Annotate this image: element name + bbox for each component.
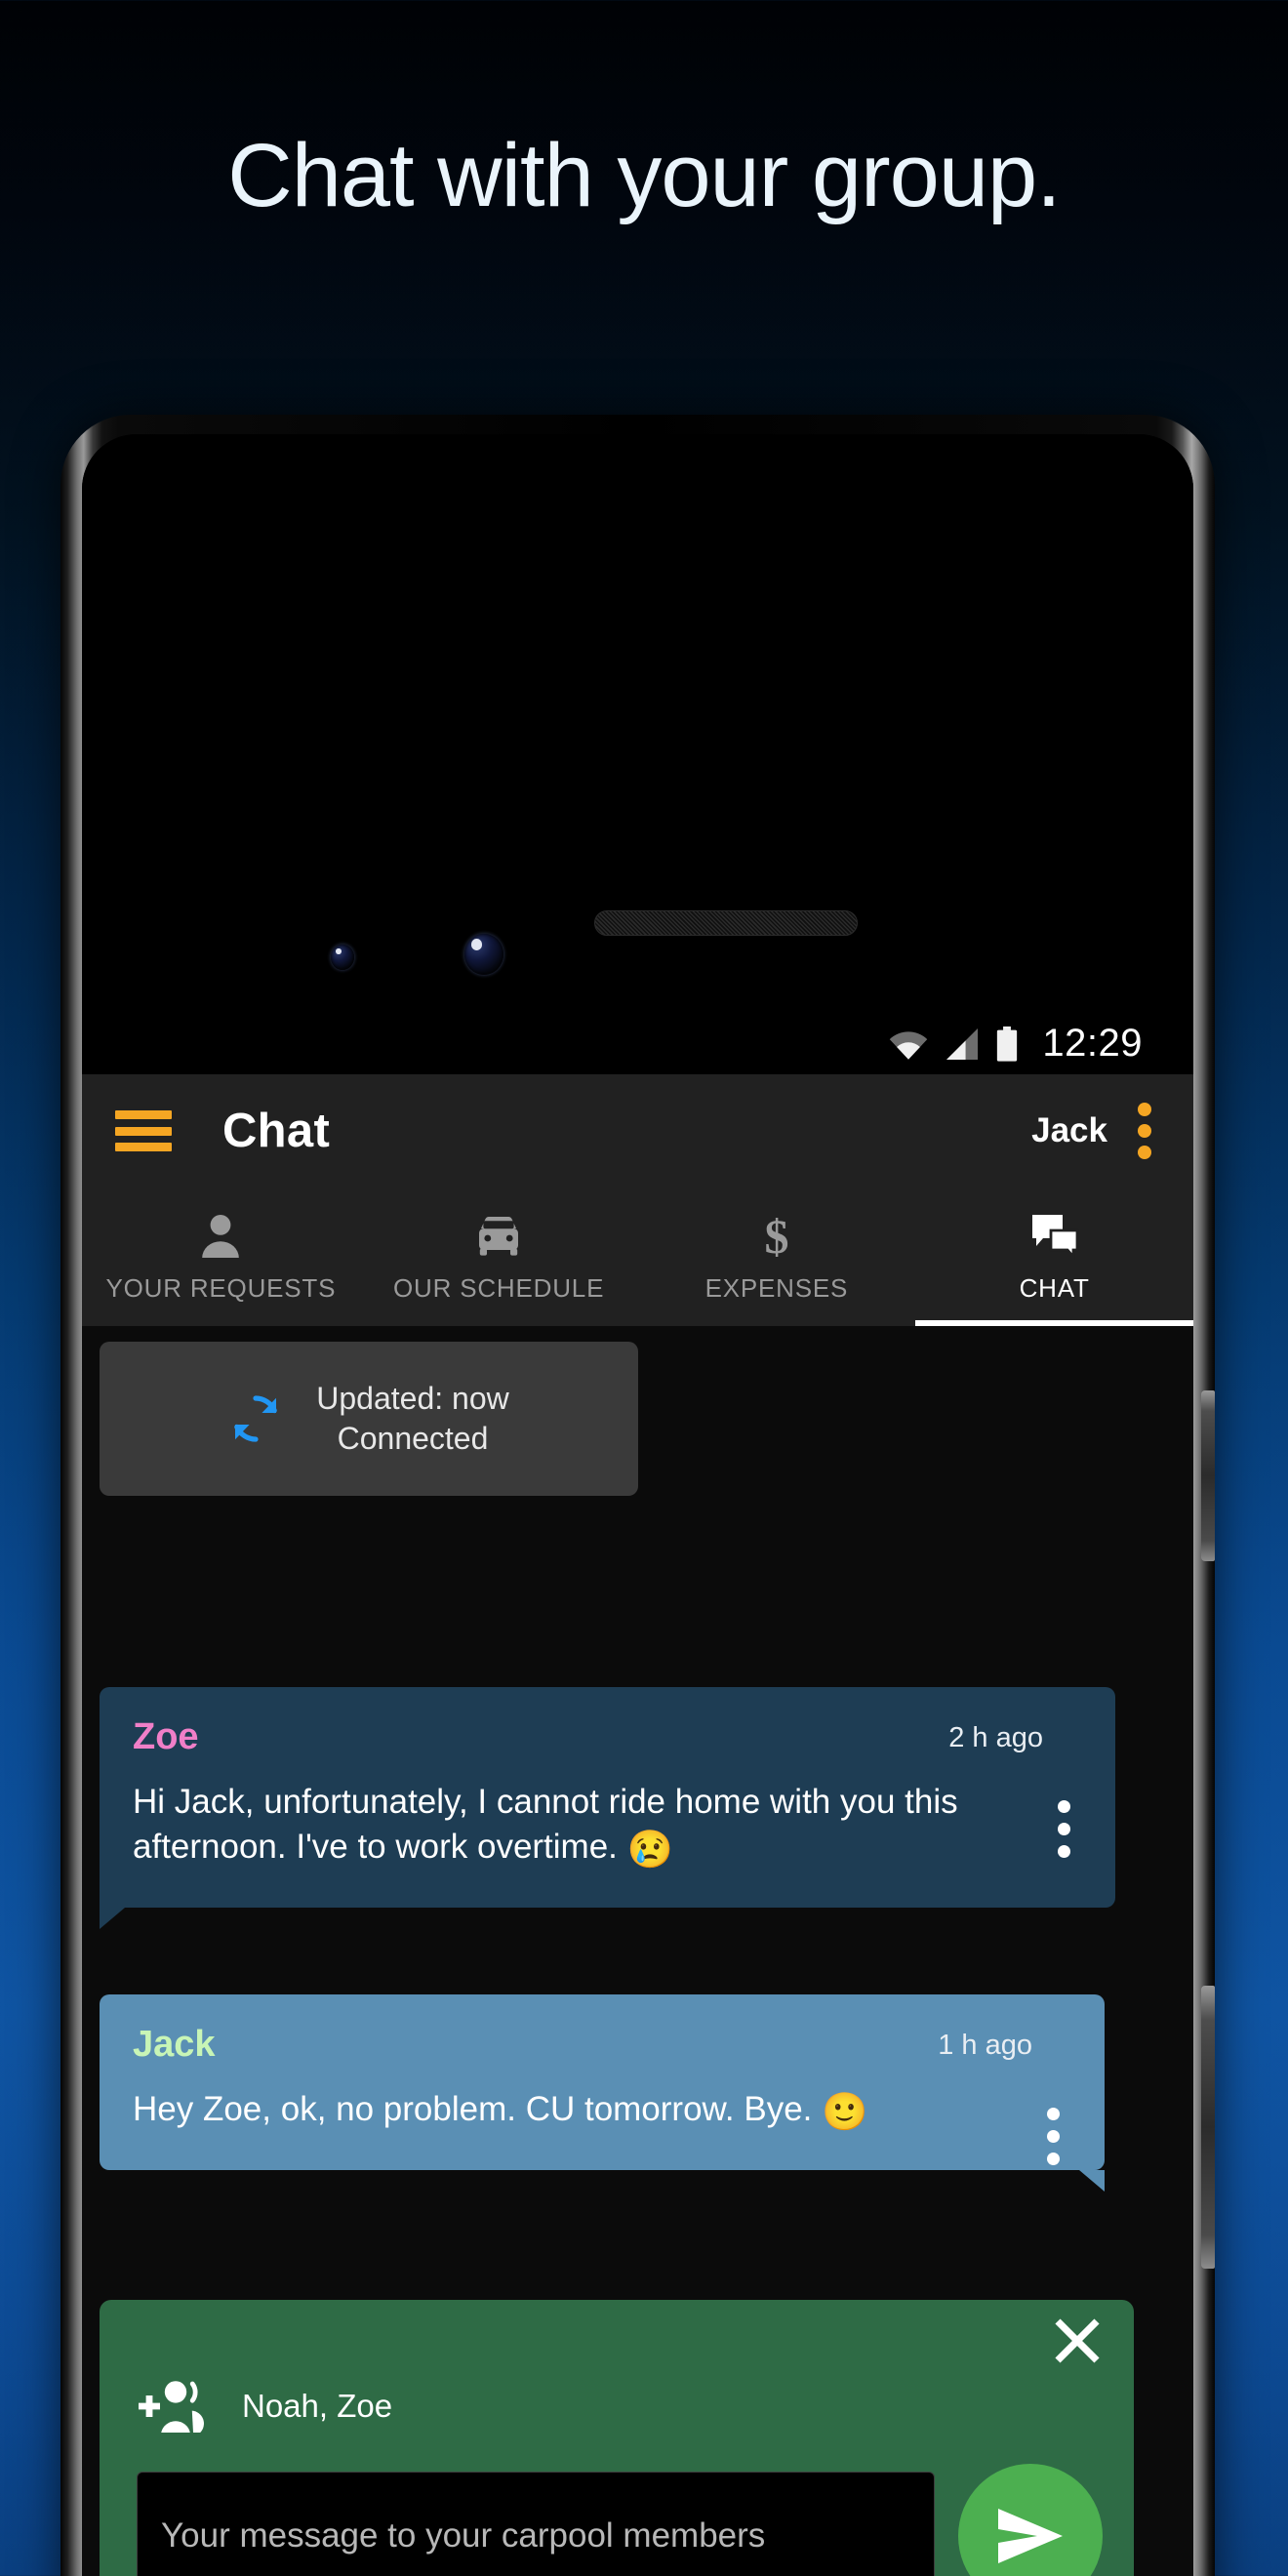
message-sender: Zoe xyxy=(133,1716,199,1757)
status-bar-icons: 12:29 xyxy=(888,1022,1143,1066)
composer-recipients-row[interactable]: Noah, Zoe xyxy=(127,2378,1107,2435)
phone-screen-area: 12:29 Chat Jack YOUR REQUESTS OUR SCHEDU… xyxy=(82,434,1193,2576)
add-people-icon[interactable] xyxy=(137,2378,209,2435)
sync-status-chip[interactable]: Updated: now Connected xyxy=(100,1342,638,1496)
close-icon[interactable] xyxy=(1050,2314,1105,2368)
phone-device-frame: 12:29 Chat Jack YOUR REQUESTS OUR SCHEDU… xyxy=(60,415,1215,2576)
signal-icon xyxy=(946,1027,979,1060)
tab-label: EXPENSES xyxy=(704,1272,849,1303)
tab-bar: YOUR REQUESTS OUR SCHEDULE $ EXPENSES CH… xyxy=(82,1187,1193,1326)
message-body-text: Hi Jack, unfortunately, I cannot ride ho… xyxy=(133,1783,958,1867)
sync-refresh-icon xyxy=(234,1395,278,1442)
message-overflow-icon[interactable] xyxy=(1047,2108,1060,2165)
tab-label: OUR SCHEDULE xyxy=(393,1272,605,1303)
message-bubble[interactable]: Zoe 2 h ago Hi Jack, unfortunately, I ca… xyxy=(100,1687,1115,1930)
page-title: Chat with your group. xyxy=(227,126,1061,225)
overflow-menu-icon[interactable] xyxy=(1137,1103,1152,1159)
message-composer: Noah, Zoe xyxy=(100,2300,1134,2576)
current-user-label: Jack xyxy=(1031,1111,1107,1149)
car-icon xyxy=(473,1211,524,1262)
sync-connection-line: Connected xyxy=(337,1421,489,1456)
send-icon xyxy=(998,2509,1063,2563)
tab-label: CHAT xyxy=(1019,1272,1090,1303)
message-text: Hey Zoe, ok, no problem. CU tomorrow. By… xyxy=(133,2087,1071,2137)
chat-bubbles-icon xyxy=(1029,1211,1080,1262)
tab-expenses[interactable]: $ EXPENSES xyxy=(638,1187,916,1326)
front-camera-primary-icon xyxy=(464,934,503,975)
front-camera-secondary-icon xyxy=(331,945,354,970)
message-text: Hi Jack, unfortunately, I cannot ride ho… xyxy=(133,1780,1082,1874)
composer-input-row xyxy=(127,2464,1107,2576)
svg-text:$: $ xyxy=(764,1212,788,1261)
composer-recipients-label: Noah, Zoe xyxy=(242,2388,393,2424)
app-bar-title: Chat xyxy=(222,1105,331,1157)
message-body-text: Hey Zoe, ok, no problem. CU tomorrow. By… xyxy=(133,2090,823,2128)
tab-your-requests[interactable]: YOUR REQUESTS xyxy=(82,1187,360,1326)
message-emoji: 🙂 xyxy=(822,2092,868,2133)
battery-icon xyxy=(997,1026,1018,1062)
message-timestamp: 1 h ago xyxy=(938,2030,1032,2061)
status-bar-clock: 12:29 xyxy=(1042,1022,1143,1065)
tab-label: YOUR REQUESTS xyxy=(105,1272,337,1303)
hamburger-menu-icon[interactable] xyxy=(115,1110,172,1151)
sync-status-text: Updated: now Connected xyxy=(316,1379,508,1459)
sync-updated-line: Updated: now xyxy=(316,1381,509,1417)
tab-our-schedule[interactable]: OUR SCHEDULE xyxy=(360,1187,638,1326)
app-bar: Chat Jack xyxy=(82,1074,1193,1187)
power-button[interactable] xyxy=(1201,1986,1215,2269)
chat-content: Updated: now Connected Zoe 2 h ago Hi Ja… xyxy=(82,1326,1193,2576)
message-bubble[interactable]: Jack 1 h ago Hey Zoe, ok, no problem. CU… xyxy=(100,1994,1105,2193)
volume-button[interactable] xyxy=(1201,1390,1215,1561)
message-overflow-icon[interactable] xyxy=(1058,1800,1070,1858)
dollar-icon: $ xyxy=(760,1211,793,1262)
message-input[interactable] xyxy=(137,2472,935,2576)
person-icon xyxy=(199,1211,242,1262)
tab-chat[interactable]: CHAT xyxy=(915,1187,1193,1326)
send-button[interactable] xyxy=(958,2464,1103,2576)
message-emoji: 😢 xyxy=(626,1830,673,1872)
earpiece-speaker-icon xyxy=(594,910,858,936)
message-timestamp: 2 h ago xyxy=(948,1722,1043,1753)
message-sender: Jack xyxy=(133,2024,216,2065)
wifi-icon xyxy=(890,1030,928,1060)
